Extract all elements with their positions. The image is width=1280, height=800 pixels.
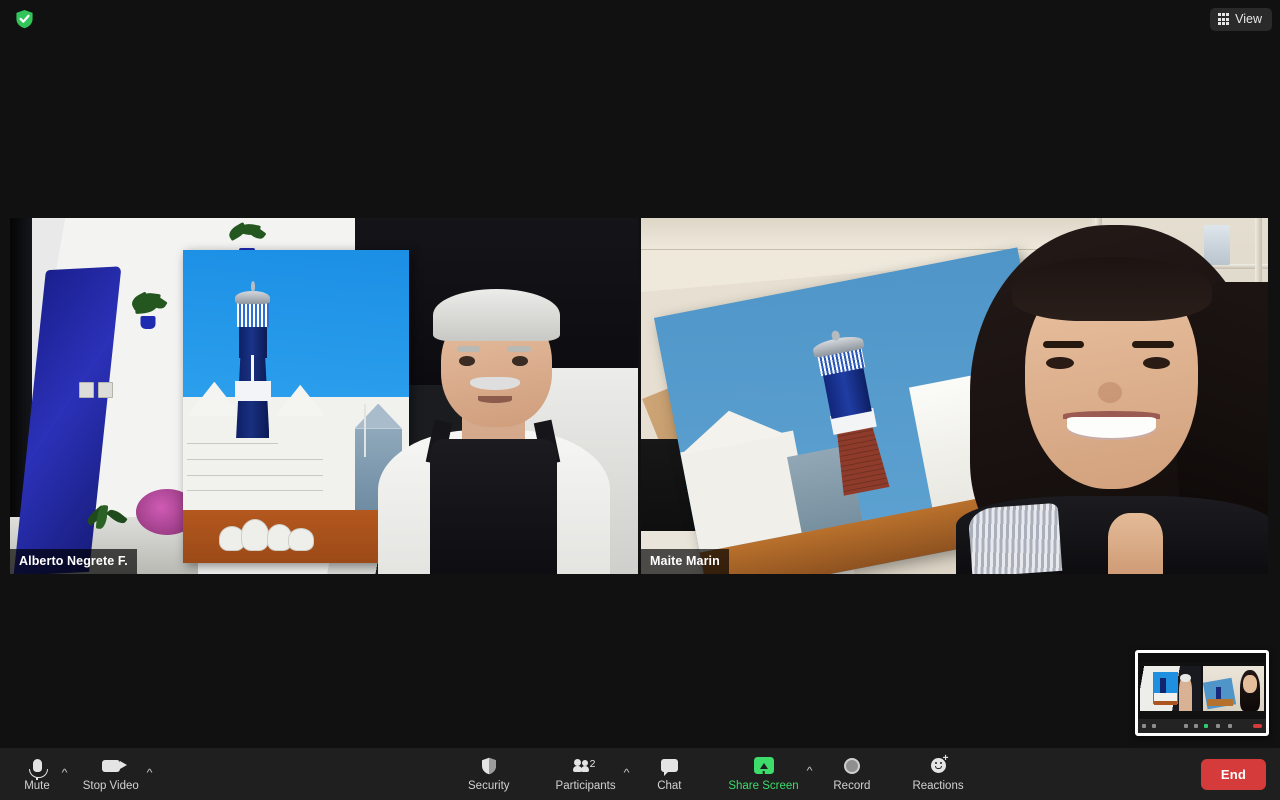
participant-name-label: Maite Marin xyxy=(641,549,729,575)
painted-rocks xyxy=(219,519,318,550)
reactions-smiley-icon: + xyxy=(931,755,946,776)
video-feed-alberto xyxy=(10,218,638,574)
audio-options-chevron-icon[interactable]: ^ xyxy=(59,769,67,793)
participant-name-label: Alberto Negrete F. xyxy=(10,549,137,575)
pip-toolbar xyxy=(1138,719,1266,733)
video-tile-maite[interactable]: Maite Marin xyxy=(641,218,1268,574)
chat-button[interactable]: Chat xyxy=(646,755,692,793)
shield-check-icon xyxy=(15,9,34,29)
chat-label: Chat xyxy=(657,781,681,793)
person-maite xyxy=(936,218,1268,574)
wall-sockets xyxy=(79,382,113,398)
stop-video-button[interactable]: Stop Video xyxy=(77,755,145,793)
reactions-button[interactable]: + Reactions xyxy=(906,755,969,793)
video-options-chevron-icon[interactable]: ^ xyxy=(144,769,152,793)
wall-plant-icon xyxy=(129,293,167,329)
participants-count: 2 xyxy=(590,758,596,770)
video-stage: Alberto Negrete F. xyxy=(0,218,1280,574)
zoom-meeting-window: View xyxy=(0,0,1280,800)
pip-tile-right xyxy=(1203,666,1264,711)
reactions-label: Reactions xyxy=(912,781,963,793)
lighthouse-figure xyxy=(235,285,271,439)
record-label: Record xyxy=(833,781,870,793)
camera-icon xyxy=(102,755,120,776)
mute-label: Mute xyxy=(24,781,50,793)
mute-button[interactable]: Mute xyxy=(14,755,60,793)
view-button-label: View xyxy=(1235,13,1262,26)
end-meeting-button[interactable]: End xyxy=(1201,759,1266,790)
floor-plant-icon xyxy=(85,505,129,553)
pip-tile-left xyxy=(1140,666,1201,711)
record-button[interactable]: Record xyxy=(827,755,876,793)
share-options-chevron-icon[interactable]: ^ xyxy=(804,767,812,793)
stop-video-label: Stop Video xyxy=(83,781,139,793)
video-feed-maite xyxy=(641,218,1268,574)
meeting-toolbar: Mute ^ Stop Video ^ Security xyxy=(0,748,1280,800)
view-button[interactable]: View xyxy=(1210,8,1272,31)
grid-icon xyxy=(1218,13,1230,25)
participants-label: Participants xyxy=(556,781,616,793)
participants-chevron-icon[interactable]: ^ xyxy=(621,769,629,793)
record-circle-icon xyxy=(844,755,860,776)
share-screen-icon xyxy=(754,755,774,776)
share-screen-button[interactable]: Share Screen xyxy=(722,755,804,793)
person-alberto xyxy=(362,268,626,574)
security-button[interactable]: Security xyxy=(462,755,516,793)
security-label: Security xyxy=(468,781,510,793)
shield-icon xyxy=(481,755,497,776)
encryption-shield-icon[interactable] xyxy=(14,9,34,29)
chat-bubble-icon xyxy=(661,755,678,776)
people-icon: 2 xyxy=(574,755,598,776)
share-screen-label: Share Screen xyxy=(728,781,798,793)
video-tile-alberto[interactable]: Alberto Negrete F. xyxy=(10,218,638,574)
participants-button[interactable]: 2 Participants xyxy=(550,755,622,793)
microphone-icon xyxy=(33,755,42,776)
screen-share-thumbnail[interactable] xyxy=(1135,650,1269,736)
